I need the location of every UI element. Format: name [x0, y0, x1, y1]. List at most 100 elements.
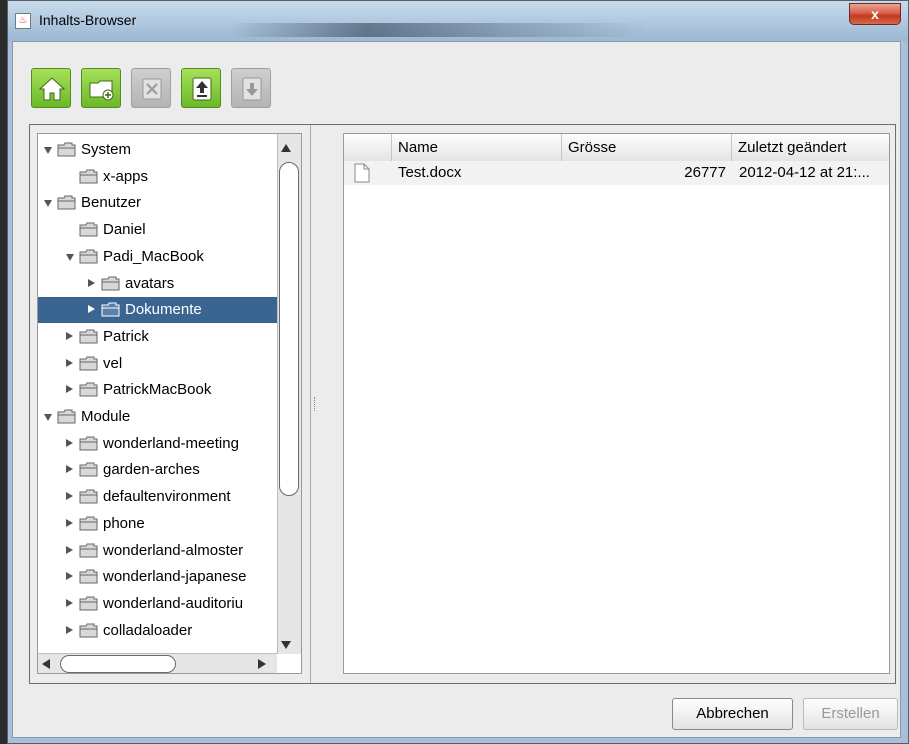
tree-item-label: colladaloader — [103, 621, 193, 639]
tree-vertical-scrollbar[interactable] — [277, 134, 301, 654]
title-bar-glass — [228, 23, 648, 37]
tree-item[interactable]: PatrickMacBook — [38, 377, 278, 403]
tree-item[interactable]: garden-arches — [38, 457, 278, 483]
file-name-cell: Test.docx — [398, 164, 462, 181]
folder-icon — [101, 302, 120, 317]
icon-column-header[interactable] — [344, 134, 392, 161]
tree-vertical-scroll-thumb[interactable] — [279, 162, 299, 496]
collapsed-arrow-icon[interactable] — [66, 625, 73, 634]
collapsed-arrow-icon[interactable] — [66, 358, 73, 367]
tree-item-label: Module — [81, 408, 131, 425]
create-button[interactable]: Erstellen — [803, 698, 898, 730]
split-divider[interactable] — [307, 125, 338, 683]
tree-item-label: Padi_MacBook — [103, 247, 204, 265]
close-button[interactable]: x — [849, 3, 901, 25]
title-bar[interactable]: ♨ Inhalts-Browser x — [8, 1, 908, 41]
scroll-down-icon[interactable] — [281, 641, 291, 649]
folder-icon — [79, 543, 98, 557]
tree-item[interactable]: wonderland-japanese — [38, 564, 278, 590]
folder-icon — [79, 623, 98, 638]
expanded-arrow-icon[interactable] — [44, 147, 52, 154]
tree-horizontal-scroll-thumb[interactable] — [60, 655, 176, 673]
expanded-arrow-icon[interactable] — [66, 253, 74, 261]
scroll-up-icon[interactable] — [281, 144, 291, 152]
table-row[interactable]: Test.docx 26777 2012-04-12 at 21:... — [344, 161, 889, 185]
collapsed-arrow-icon[interactable] — [66, 438, 73, 447]
tree-item-label: System — [81, 141, 132, 158]
tree-item-label: wonderland-auditoriu — [103, 594, 244, 612]
collapsed-arrow-icon[interactable] — [66, 331, 73, 340]
upload-icon — [192, 77, 212, 101]
tree-item[interactable]: avatars — [38, 271, 278, 297]
folder-icon — [79, 436, 98, 451]
folder-icon — [79, 356, 98, 371]
folder-icon — [101, 276, 120, 290]
collapsed-arrow-icon[interactable] — [66, 385, 73, 394]
close-icon: x — [871, 6, 879, 22]
tree-item[interactable]: x-apps — [38, 164, 278, 190]
tree-item[interactable]: wonderland-almoster — [38, 538, 278, 564]
scroll-left-icon[interactable] — [42, 659, 50, 669]
column-header-name[interactable]: Name — [392, 134, 562, 161]
folder-icon — [79, 462, 98, 477]
tree-item[interactable]: phone — [38, 511, 278, 537]
split-pane: System x-apps Benutzer Daniel Padi_MacBookav… — [29, 124, 896, 684]
document-icon — [354, 161, 384, 185]
tree-item-label: x-apps — [103, 167, 149, 185]
collapsed-arrow-icon[interactable] — [88, 305, 95, 314]
tree-item[interactable]: Daniel — [38, 217, 278, 243]
tree-item-label: PatrickMacBook — [103, 381, 212, 399]
tree-item[interactable]: vel — [38, 351, 278, 377]
new-folder-button[interactable] — [81, 68, 121, 108]
dialog-content: System x-apps Benutzer Daniel Padi_MacBookav… — [12, 41, 901, 738]
tree-item[interactable]: System — [38, 137, 278, 163]
delete-icon — [142, 78, 162, 100]
folder-icon — [57, 195, 76, 210]
tree-horizontal-scrollbar[interactable] — [38, 653, 277, 673]
home-button[interactable] — [31, 68, 71, 108]
folder-icon — [79, 222, 98, 237]
cancel-button[interactable]: Abbrechen — [672, 698, 793, 730]
tree-item[interactable]: colladaloader — [38, 618, 278, 644]
tree-item-label: phone — [103, 514, 145, 532]
tree-item[interactable]: Padi_MacBook — [38, 244, 278, 270]
tree-item-label: avatars — [125, 274, 175, 292]
folder-icon — [57, 409, 76, 424]
collapsed-arrow-icon[interactable] — [66, 545, 73, 554]
home-icon — [38, 77, 66, 101]
file-size-cell: 26777 — [684, 164, 726, 181]
collapsed-arrow-icon[interactable] — [66, 518, 73, 527]
collapsed-arrow-icon[interactable] — [66, 598, 73, 607]
divider-grip-icon — [314, 397, 317, 411]
window-title: Inhalts-Browser — [39, 12, 137, 28]
tree-item[interactable]: defaultenvironment — [38, 484, 278, 510]
file-modified-cell: 2012-04-12 at 21:... — [739, 164, 870, 181]
collapsed-arrow-icon[interactable] — [66, 465, 73, 474]
folder-icon — [79, 329, 98, 344]
tree-item[interactable]: Patrick — [38, 324, 278, 350]
column-header-modified[interactable]: Zuletzt geändert — [732, 134, 889, 161]
folder-icon — [79, 489, 98, 504]
java-icon: ♨ — [15, 13, 31, 29]
collapsed-arrow-icon[interactable] — [66, 492, 73, 501]
divider-line — [310, 125, 311, 683]
collapsed-arrow-icon[interactable] — [66, 572, 73, 581]
folder-icon — [79, 596, 98, 611]
collapsed-arrow-icon[interactable] — [88, 278, 95, 287]
download-button[interactable] — [231, 68, 271, 108]
scroll-right-icon[interactable] — [258, 659, 266, 669]
tree-item[interactable]: Benutzer — [38, 190, 278, 216]
file-table: Name Grösse Zuletzt geändert Test.docx 2… — [343, 133, 890, 674]
column-header-size[interactable]: Grösse — [562, 134, 732, 161]
tree-item[interactable]: Dokumente — [38, 297, 277, 324]
tree-item[interactable]: wonderland-auditoriu — [38, 591, 278, 617]
tree-item[interactable]: Module — [38, 404, 278, 430]
expanded-arrow-icon[interactable] — [44, 414, 52, 421]
tree-item[interactable]: wonderland-meeting — [38, 431, 278, 457]
tree-item-label: vel — [103, 354, 123, 372]
tree-item-label: Daniel — [103, 221, 146, 239]
delete-button[interactable] — [131, 68, 171, 108]
expanded-arrow-icon[interactable] — [44, 200, 52, 208]
upload-button[interactable] — [181, 68, 221, 108]
new-folder-icon — [89, 80, 114, 101]
